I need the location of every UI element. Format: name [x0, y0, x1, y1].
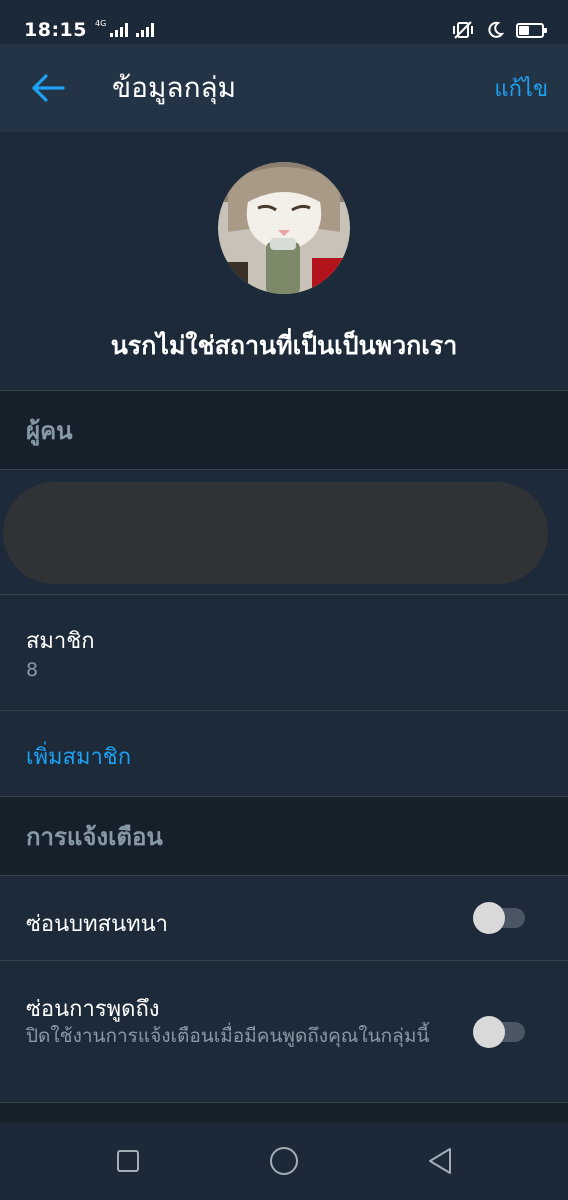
group-name: นรกไม่ใช่สถานที่เป็นเป็นพวกเรา [110, 331, 458, 360]
battery-level [519, 25, 529, 35]
cat-photo-icon [218, 162, 350, 294]
section-header-notifications: การแจ้งเตือน [0, 797, 568, 875]
members-row[interactable]: สมาชิก 8 [0, 595, 568, 710]
add-members-link[interactable]: เพิ่มสมาชิก [26, 739, 131, 774]
divider [0, 469, 568, 470]
arrow-left-icon [32, 74, 65, 102]
members-count: 8 [26, 659, 39, 681]
recents-button[interactable] [106, 1139, 150, 1183]
hide-conversation-toggle[interactable] [473, 902, 527, 934]
hide-mentions-description: ปิดใช้งานการแจ้งเตือนเมื่อมีคนพูดถึงคุณใ… [26, 1025, 430, 1047]
section-header-people: ผู้คน [0, 391, 568, 469]
nav-back-button[interactable] [418, 1139, 462, 1183]
toggle-thumb [473, 1016, 505, 1048]
page-title: ข้อมูลกลุ่ม [112, 71, 237, 104]
toggle-thumb [473, 902, 505, 934]
group-profile: นรกไม่ใช่สถานที่เป็นเป็นพวกเรา [0, 132, 568, 390]
members-preview-redacted[interactable] [3, 482, 548, 584]
signal-icon [110, 23, 129, 37]
hide-conversation-label: ซ่อนบทสนทนา [26, 912, 169, 937]
status-left: 18:15 4G [24, 18, 155, 41]
status-time: 18:15 [24, 19, 87, 41]
hide-mentions-label: ซ่อนการพูดถึง [26, 997, 160, 1022]
hide-mentions-toggle[interactable] [473, 1016, 527, 1048]
vibrate-off-icon [453, 21, 473, 39]
battery-icon [516, 22, 547, 38]
hide-mentions-row[interactable]: ซ่อนการพูดถึง ปิดใช้งานการแจ้งเตือนเมื่อ… [0, 961, 568, 1101]
group-avatar[interactable] [218, 162, 350, 294]
signal-icon-2 [136, 23, 155, 37]
members-label: สมาชิก [26, 629, 95, 654]
add-members-row[interactable]: เพิ่มสมาชิก [0, 711, 568, 796]
section-spacer [0, 1103, 568, 1122]
network-label: 4G [94, 18, 107, 28]
home-button[interactable] [262, 1139, 306, 1183]
circle-icon [270, 1147, 298, 1175]
square-icon [117, 1150, 139, 1172]
app-bar: ข้อมูลกลุ่ม แก้ไข [0, 44, 568, 132]
back-button[interactable] [20, 60, 76, 116]
status-right [452, 20, 547, 40]
system-nav-bar [0, 1122, 568, 1200]
hide-conversation-row[interactable]: ซ่อนบทสนทนา [0, 876, 568, 960]
edit-button[interactable]: แก้ไข [494, 71, 548, 106]
moon-icon [488, 21, 504, 38]
triangle-back-icon [429, 1148, 451, 1174]
